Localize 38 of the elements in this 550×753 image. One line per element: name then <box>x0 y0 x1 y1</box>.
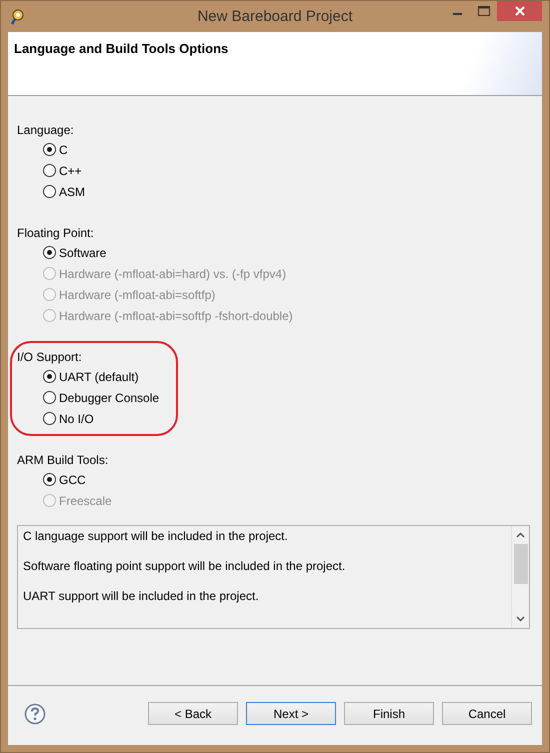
help-icon[interactable] <box>24 702 46 724</box>
app-icon <box>10 8 26 24</box>
radio-button[interactable] <box>43 164 56 177</box>
group-label: ARM Build Tools: <box>17 452 108 469</box>
close-button[interactable] <box>497 1 542 21</box>
dialog-button[interactable]: Next > <box>246 702 336 725</box>
radio-option[interactable]: GCC <box>43 469 86 490</box>
radio-button[interactable] <box>43 473 56 486</box>
group-label: I/O Support: <box>17 349 82 366</box>
radio-option[interactable]: C <box>43 139 68 160</box>
description-text: Software floating point support will be included in the project. <box>23 558 346 575</box>
close-icon[interactable] <box>514 6 524 16</box>
scrollbar[interactable] <box>511 526 529 628</box>
radio-button[interactable] <box>43 412 56 425</box>
radio-option[interactable]: No I/O <box>43 408 94 429</box>
radio-option[interactable]: Debugger Console <box>43 387 160 408</box>
scroll-down-icon[interactable] <box>516 616 525 622</box>
maximize-icon[interactable] <box>478 6 490 16</box>
radio-option[interactable]: Software <box>43 242 106 263</box>
description-text: UART support will be included in the project. <box>23 588 260 605</box>
radio-button[interactable] <box>43 391 56 404</box>
radio-option[interactable]: ASM <box>43 181 86 202</box>
radio-button[interactable] <box>43 185 56 198</box>
radio-button[interactable] <box>43 370 56 383</box>
window-title: New Bareboard Project <box>196 8 354 25</box>
radio-button[interactable] <box>43 246 56 259</box>
scroll-thumb[interactable] <box>514 544 528 584</box>
description-text: C language support will be included in the project. <box>23 528 289 545</box>
page-title: Language and Build Tools Options <box>14 41 228 56</box>
radio-button[interactable] <box>43 143 56 156</box>
radio-option[interactable]: C++ <box>43 160 82 181</box>
group-label: Floating Point: <box>17 225 94 242</box>
scroll-up-icon[interactable] <box>516 532 525 538</box>
dialog-button[interactable]: Finish <box>344 702 434 725</box>
radio-option[interactable]: UART (default) <box>43 366 139 387</box>
group-label: Language: <box>17 122 74 139</box>
dialog-button[interactable]: < Back <box>148 702 238 725</box>
dialog-button[interactable]: Cancel <box>442 702 532 725</box>
